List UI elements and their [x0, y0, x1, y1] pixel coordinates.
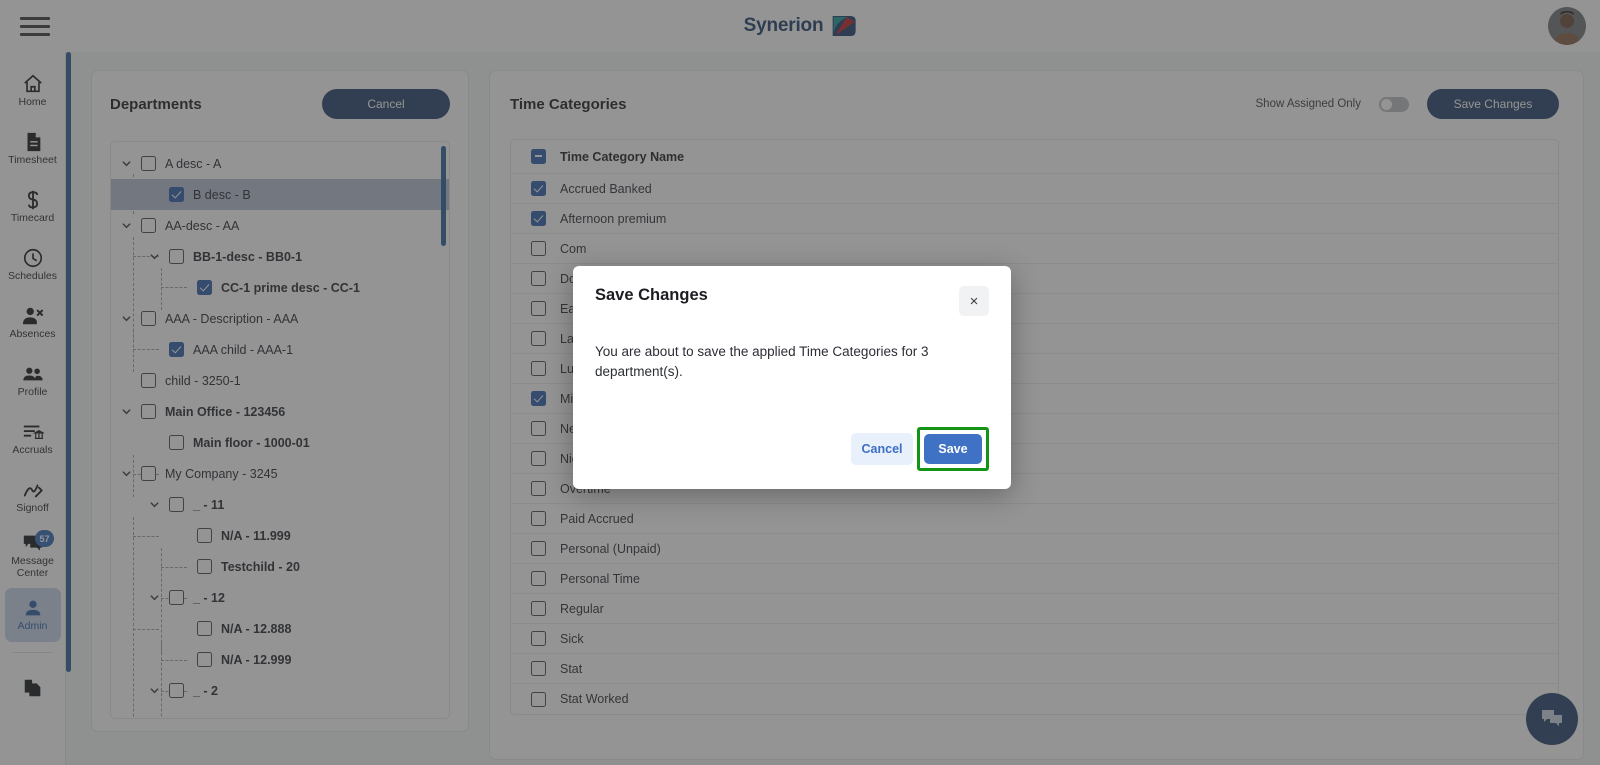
dialog-message: You are about to save the applied Time C…: [595, 344, 929, 380]
dialog-save-button[interactable]: Save: [924, 434, 982, 464]
save-changes-dialog: Save Changes × You are about to save the…: [573, 266, 1011, 489]
dialog-title: Save Changes: [595, 286, 708, 304]
close-icon[interactable]: ×: [959, 286, 989, 316]
dialog-cancel-button[interactable]: Cancel: [851, 433, 913, 465]
dialog-header: Save Changes ×: [595, 286, 989, 316]
save-button-highlight: Save: [917, 427, 989, 471]
app-root: Synerion Home: [0, 0, 1600, 765]
dialog-footer: Cancel Save: [595, 427, 989, 471]
